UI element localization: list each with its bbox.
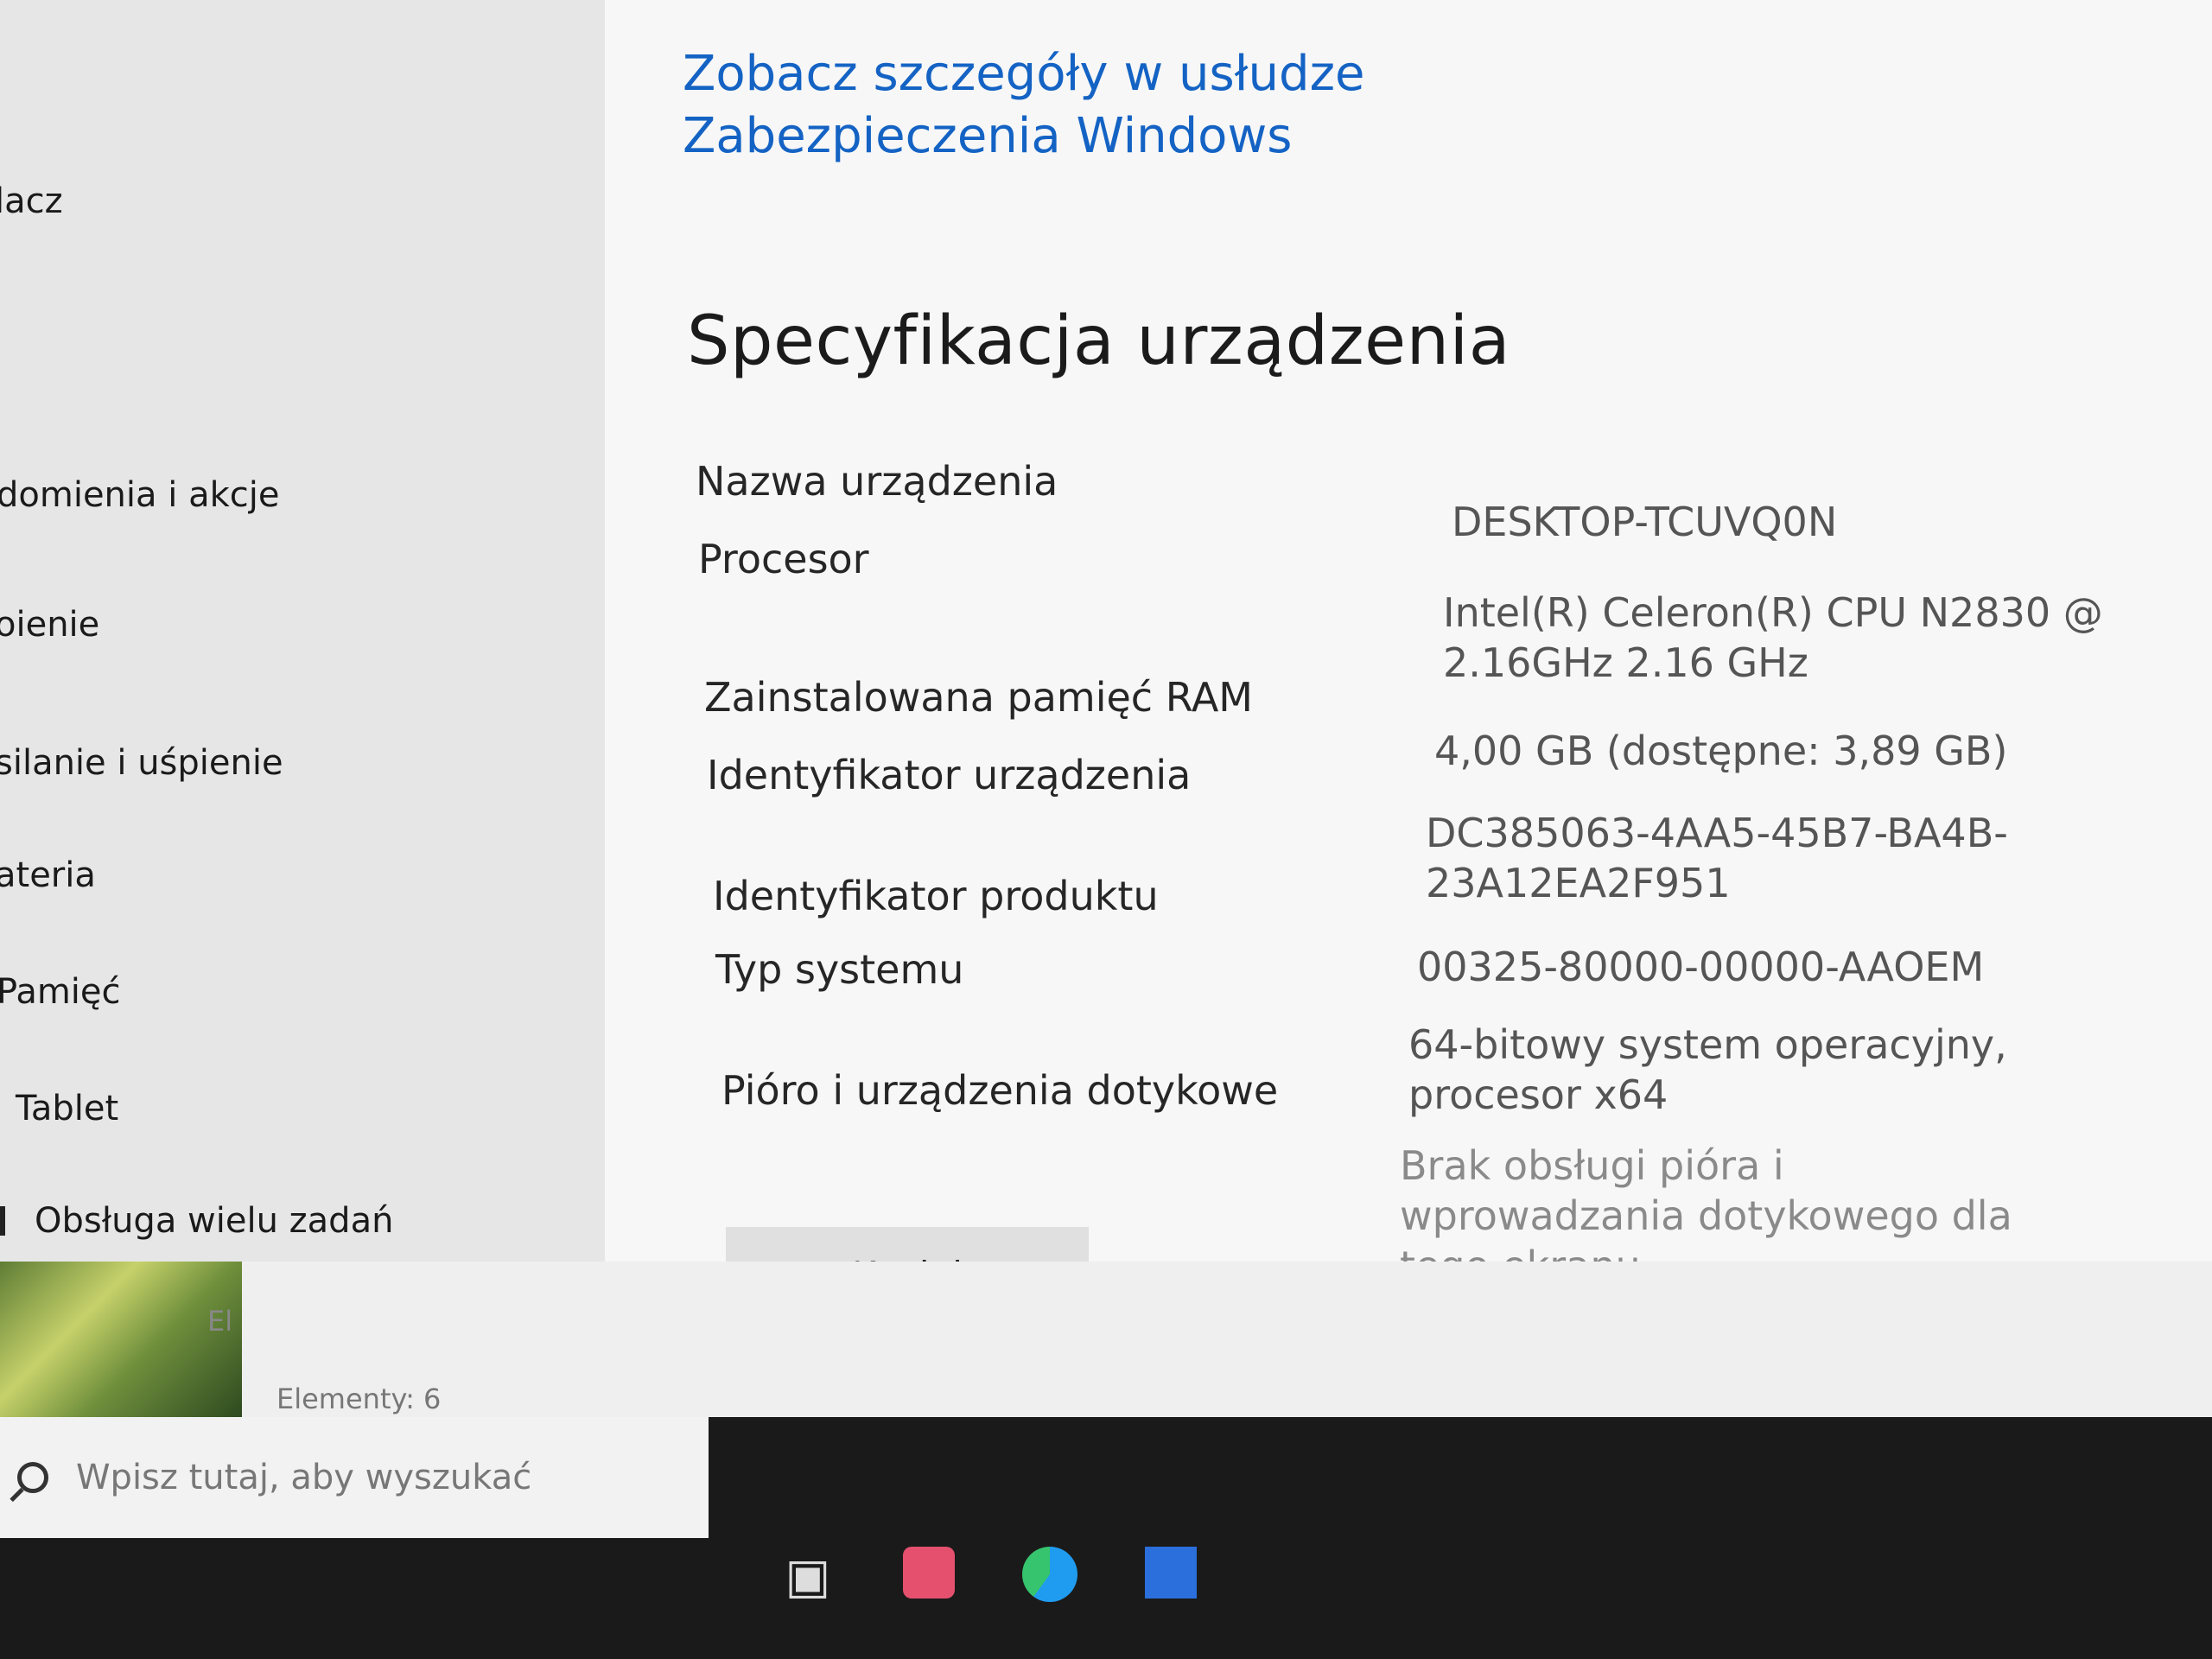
task-view-icon[interactable]: ▣ bbox=[778, 1547, 838, 1607]
sidebar-item-focus[interactable]: oienie bbox=[0, 605, 99, 645]
search-icon bbox=[17, 1462, 48, 1493]
sidebar: lacz domienia i akcje oienie silanie i u… bbox=[0, 0, 605, 1417]
spec-label-pen-touch: Pióro i urządzenia dotykowe bbox=[721, 1067, 1279, 1114]
sidebar-item-multitasking[interactable]: Obsługa wielu zadań bbox=[0, 1201, 393, 1241]
sidebar-item-label: ateria bbox=[0, 855, 96, 895]
taskbar-search[interactable] bbox=[0, 1417, 709, 1538]
thumbnail-label: El bbox=[207, 1305, 233, 1338]
spec-label-ram: Zainstalowana pamięć RAM bbox=[704, 674, 1253, 721]
spec-value-product-id: 00325-80000-00000-AAOEM bbox=[1417, 944, 1985, 990]
spec-label-system-type: Typ systemu bbox=[715, 946, 964, 993]
sidebar-item-label: oienie bbox=[0, 605, 100, 645]
sidebar-item-notifications[interactable]: domienia i akcje bbox=[0, 475, 279, 515]
sidebar-item-label: Pamięć bbox=[0, 972, 121, 1012]
spec-value-system-type: 64-bitowy system operacyjny, procesor x6… bbox=[1408, 1021, 2007, 1118]
sidebar-item-label: Tablet bbox=[16, 1089, 119, 1128]
windows-security-link[interactable]: Zobacz szczegóły w usłudze Zabezpieczeni… bbox=[683, 43, 1719, 168]
sidebar-item-label: Obsługa wielu zadań bbox=[35, 1201, 394, 1241]
spec-value-device-id: DC385063-4AA5-45B7-BA4B-23A12EA2F951 bbox=[1426, 810, 2008, 906]
sidebar-item-storage[interactable]: Pamięć bbox=[0, 972, 121, 1012]
store-icon[interactable] bbox=[1141, 1547, 1201, 1607]
sidebar-item-battery[interactable]: ateria bbox=[0, 855, 96, 895]
photoshop-icon[interactable] bbox=[899, 1547, 959, 1607]
image-thumbnail[interactable] bbox=[0, 1262, 242, 1417]
sidebar-item-label: lacz bbox=[0, 181, 63, 221]
spec-label-device-id: Identyfikator urządzenia bbox=[707, 752, 1192, 798]
explorer-strip: El Elementy: 6 bbox=[0, 1262, 2212, 1434]
sidebar-item-power-sleep[interactable]: silanie i uśpienie bbox=[0, 743, 283, 783]
taskbar: ▣ bbox=[0, 1417, 2212, 1659]
sidebar-item-label: domienia i akcje bbox=[0, 475, 280, 515]
spec-label-processor: Procesor bbox=[698, 536, 869, 582]
multitasking-icon bbox=[0, 1206, 5, 1236]
sidebar-item-tablet[interactable]: Tablet bbox=[16, 1089, 118, 1128]
sidebar-item-label: silanie i uśpienie bbox=[0, 743, 283, 783]
spec-label-device-name: Nazwa urządzenia bbox=[696, 458, 1058, 505]
page-title: Specyfikacja urządzenia bbox=[687, 302, 1511, 380]
sidebar-item-display[interactable]: lacz bbox=[0, 181, 63, 221]
spec-value-ram: 4,00 GB (dostępne: 3,89 GB) bbox=[1434, 728, 2008, 774]
spec-value-device-name: DESKTOP-TCUVQ0N bbox=[1452, 499, 1838, 545]
search-input[interactable] bbox=[74, 1457, 683, 1498]
spec-label-product-id: Identyfikator produktu bbox=[713, 873, 1159, 919]
edge-icon[interactable] bbox=[1020, 1547, 1080, 1607]
items-count: Elementy: 6 bbox=[276, 1382, 442, 1415]
settings-window: lacz domienia i akcje oienie silanie i u… bbox=[0, 0, 2212, 1417]
spec-value-processor: Intel(R) Celeron(R) CPU N2830 @ 2.16GHz … bbox=[1443, 589, 2103, 686]
screen: lacz domienia i akcje oienie silanie i u… bbox=[0, 0, 2212, 1659]
about-content: Zobacz szczegóły w usłudze Zabezpieczeni… bbox=[605, 0, 2212, 1417]
